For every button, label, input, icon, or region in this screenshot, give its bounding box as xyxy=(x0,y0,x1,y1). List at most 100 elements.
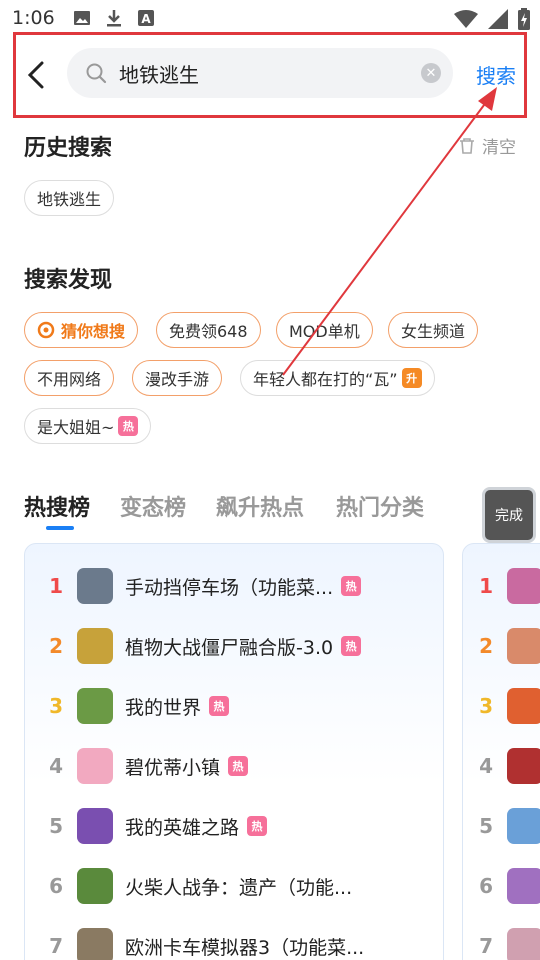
tab-rising[interactable]: 飙升热点 xyxy=(216,490,304,522)
clear-input-icon[interactable]: ✕ xyxy=(421,63,441,83)
target-icon xyxy=(37,321,55,339)
rank-number: 2 xyxy=(479,634,493,658)
clear-history-button[interactable]: 清空 xyxy=(458,133,516,158)
signal-icon xyxy=(488,9,508,33)
tab-indicator xyxy=(46,526,74,530)
ranking-row[interactable]: 4 xyxy=(463,736,540,796)
chip-label: 猜你想搜 xyxy=(61,322,126,341)
discover-chip[interactable]: 免费领648 xyxy=(156,312,261,348)
rank-number: 1 xyxy=(49,574,63,598)
ranking-row[interactable]: 3 我的世界热 xyxy=(25,676,445,736)
chip-label: 是大姐姐~ xyxy=(37,418,115,437)
tab-categories[interactable]: 热门分类 xyxy=(336,490,424,522)
game-name: 我的世界 xyxy=(125,696,202,719)
hot-badge: 热 xyxy=(118,416,139,436)
history-chip[interactable]: 地铁逃生 xyxy=(24,180,115,216)
ranking-row[interactable]: 1 手动挡停车场（功能菜... 热 xyxy=(25,556,445,616)
trash-icon xyxy=(460,137,474,154)
ranking-row[interactable]: 7 xyxy=(463,916,540,960)
chip-label: 女生频道 xyxy=(401,322,466,341)
search-box[interactable]: ✕ xyxy=(67,48,453,98)
hot-badge: 热 xyxy=(341,576,362,596)
discover-chip[interactable]: 是大姐姐~ 热 xyxy=(24,408,152,444)
done-button[interactable]: 完成 xyxy=(482,487,536,543)
game-name: 碧优蒂小镇 xyxy=(125,756,221,779)
rank-number: 5 xyxy=(49,814,63,838)
ranking-row[interactable]: 2 植物大战僵尸融合版-3.0 热 xyxy=(25,616,445,676)
chip-label: 不用网络 xyxy=(37,370,102,389)
discover-chip[interactable]: 年轻人都在打的“瓦” 升 xyxy=(240,360,435,396)
game-icon xyxy=(77,808,113,844)
discover-chip[interactable]: 不用网络 xyxy=(24,360,115,396)
rank-number: 7 xyxy=(49,934,63,958)
rising-badge: 升 xyxy=(401,368,422,388)
rank-number: 3 xyxy=(479,694,493,718)
history-title: 历史搜索 xyxy=(24,136,113,161)
game-icon xyxy=(77,568,113,604)
game-name: 欧洲卡车模拟器3（功能菜... xyxy=(125,936,365,959)
chip-label: 免费领648 xyxy=(169,322,248,341)
ranking-row[interactable]: 5 xyxy=(463,796,540,856)
game-icon xyxy=(507,688,540,724)
hot-badge: 热 xyxy=(228,756,249,776)
rank-number: 5 xyxy=(479,814,493,838)
game-icon xyxy=(77,628,113,664)
discover-title: 搜索发现 xyxy=(24,268,113,293)
ranking-row[interactable]: 7 欧洲卡车模拟器3（功能菜... xyxy=(25,916,445,960)
search-button[interactable]: 搜索 xyxy=(476,60,516,89)
back-arrow-icon xyxy=(27,61,44,89)
tab-abnormal[interactable]: 变态榜 xyxy=(120,490,186,522)
game-name: 植物大战僵尸融合版-3.0 xyxy=(125,636,334,659)
game-icon xyxy=(77,868,113,904)
second-ranking-card: 1 2 3 4 5 6 7 xyxy=(462,543,540,960)
status-time: 1:06 xyxy=(12,7,55,29)
game-icon xyxy=(77,928,113,960)
discover-chip[interactable]: 女生频道 xyxy=(388,312,479,348)
discover-chip-guess[interactable]: 猜你想搜 xyxy=(24,312,139,348)
game-icon xyxy=(507,808,540,844)
clear-history-label: 清空 xyxy=(482,138,516,158)
rank-number: 6 xyxy=(479,874,493,898)
rank-number: 2 xyxy=(49,634,63,658)
game-icon xyxy=(507,928,540,960)
search-input[interactable] xyxy=(119,61,399,85)
ranking-row[interactable]: 4 碧优蒂小镇热 xyxy=(25,736,445,796)
discover-chip[interactable]: 漫改手游 xyxy=(132,360,223,396)
game-icon xyxy=(77,748,113,784)
search-icon xyxy=(85,62,107,84)
hot-badge: 热 xyxy=(341,636,362,656)
chip-label: MOD单机 xyxy=(289,322,360,341)
chip-label: 漫改手游 xyxy=(145,370,210,389)
game-icon xyxy=(507,568,540,604)
hot-badge: 热 xyxy=(247,816,268,836)
ranking-row[interactable]: 3 xyxy=(463,676,540,736)
game-icon xyxy=(77,688,113,724)
tab-hot-search[interactable]: 热搜榜 xyxy=(24,490,90,522)
game-name: 我的英雄之路 xyxy=(125,816,240,839)
search-header: ✕ 搜索 xyxy=(13,32,527,118)
ranking-row[interactable]: 1 xyxy=(463,556,540,616)
back-button[interactable] xyxy=(19,58,53,92)
game-name: 手动挡停车场（功能菜... xyxy=(125,576,334,599)
hot-search-card: 1 手动挡停车场（功能菜... 热 2 植物大战僵尸融合版-3.0 热 3 我的世界热 4 碧优蒂… xyxy=(24,543,444,960)
ranking-row[interactable]: 5 我的英雄之路热 xyxy=(25,796,445,856)
game-icon xyxy=(507,628,540,664)
font-icon: A xyxy=(137,9,155,27)
image-icon xyxy=(73,9,91,27)
ranking-row[interactable]: 2 xyxy=(463,616,540,676)
hot-badge: 热 xyxy=(209,696,230,716)
discover-chip[interactable]: MOD单机 xyxy=(276,312,373,348)
rank-number: 3 xyxy=(49,694,63,718)
rank-number: 4 xyxy=(49,754,63,778)
ranking-row[interactable]: 6 xyxy=(463,856,540,916)
status-bar: 1:06 A xyxy=(0,0,540,36)
chip-label: 年轻人都在打的“瓦” xyxy=(253,370,398,389)
game-name: 火柴人战争：遗产（功能... xyxy=(125,876,353,899)
history-chip-label: 地铁逃生 xyxy=(37,190,102,209)
wifi-icon xyxy=(454,9,478,33)
rank-number: 4 xyxy=(479,754,493,778)
rank-number: 6 xyxy=(49,874,63,898)
svg-text:A: A xyxy=(141,12,151,26)
rank-number: 1 xyxy=(479,574,493,598)
ranking-row[interactable]: 6 火柴人战争：遗产（功能... xyxy=(25,856,445,916)
